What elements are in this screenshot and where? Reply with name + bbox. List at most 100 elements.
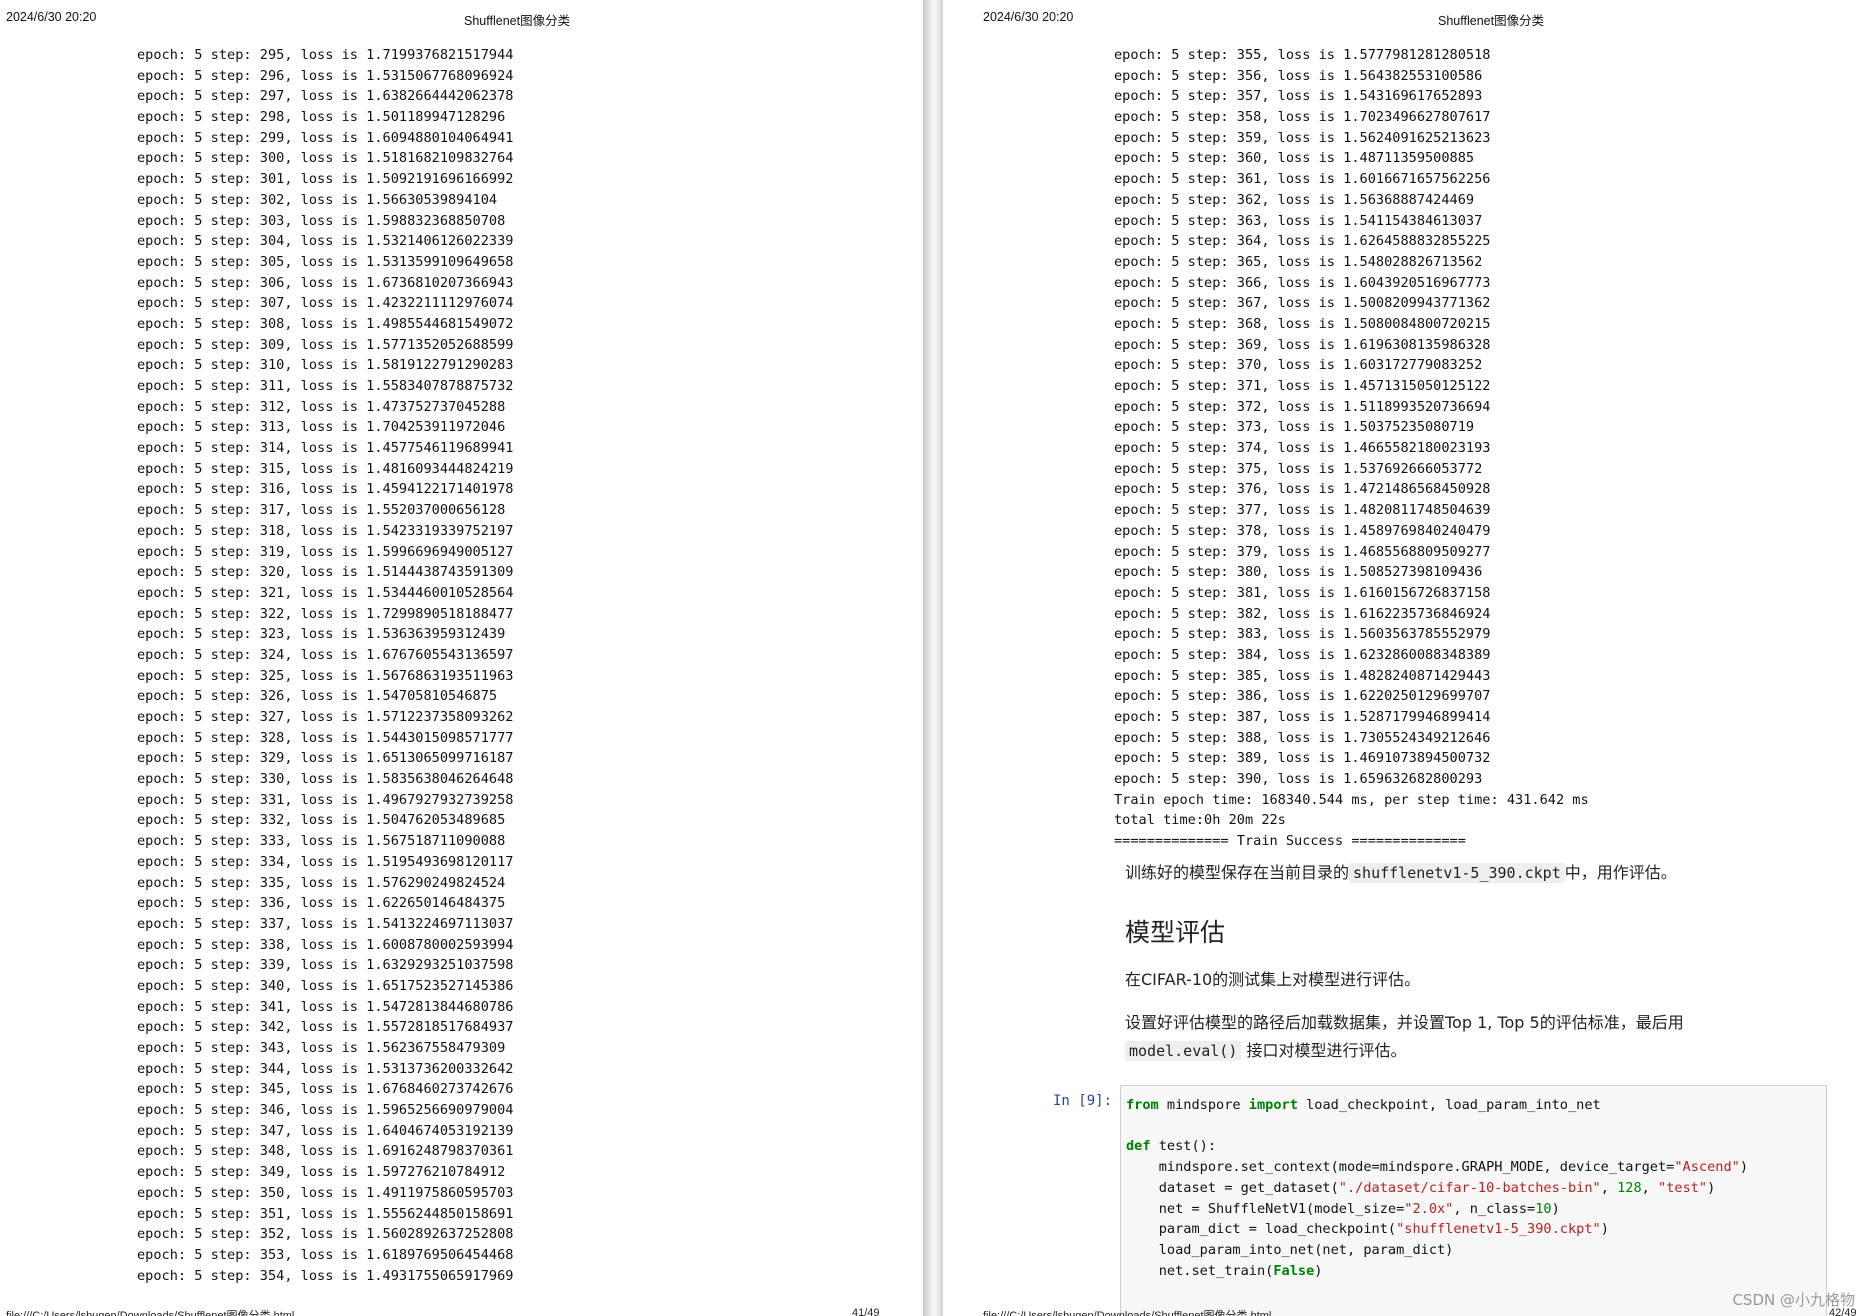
log-line: epoch: 5 step: 345, loss is 1.6768460273… <box>137 1081 514 1098</box>
header-title: Shufflenet图像分类 <box>1438 14 1545 28</box>
training-log: epoch: 5 step: 295, loss is 1.7199376821… <box>137 45 513 1286</box>
log-line: epoch: 5 step: 383, loss is 1.5603563785… <box>1114 626 1491 643</box>
section-heading: 模型评估 <box>1125 918 1226 947</box>
log-line: epoch: 5 step: 363, loss is 1.5411543846… <box>1114 212 1483 229</box>
log-line: epoch: 5 step: 374, loss is 1.4665582180… <box>1114 440 1491 457</box>
log-line: epoch: 5 step: 316, loss is 1.4594122171… <box>137 481 514 498</box>
log-line: epoch: 5 step: 322, loss is 1.7299890518… <box>137 605 514 622</box>
log-line: epoch: 5 step: 327, loss is 1.5712237358… <box>137 709 514 725</box>
log-line: epoch: 5 step: 352, loss is 1.5602892637… <box>137 1226 514 1243</box>
log-line: epoch: 5 step: 342, loss is 1.5572818517… <box>137 1019 514 1036</box>
log-line: epoch: 5 step: 366, loss is 1.6043920516… <box>1114 274 1491 291</box>
log-line: epoch: 5 step: 381, loss is 1.6160156726… <box>1114 584 1491 601</box>
log-line: epoch: 5 step: 371, loss is 1.4571315050… <box>1114 378 1491 394</box>
code-block: from mindspore import load_checkpoint, l… <box>1121 1086 1826 1281</box>
log-line: epoch: 5 step: 309, loss is 1.5771352052… <box>137 336 514 353</box>
cell-prompt: In [9]: <box>1053 1093 1113 1109</box>
log-line: epoch: 5 step: 350, loss is 1.4911975860… <box>137 1184 514 1201</box>
log-line: total time:0h 20m 22s <box>1114 812 1286 829</box>
log-line: epoch: 5 step: 358, loss is 1.7023496627… <box>1114 109 1491 126</box>
log-line: epoch: 5 step: 299, loss is 1.6094880104… <box>137 129 514 146</box>
header-title: Shufflenet图像分类 <box>464 14 571 28</box>
eval-text-line1: 设置好评估模型的路径后加载数据集，并设置Top 1, Top 5的评估标准，最后… <box>1125 1013 1684 1032</box>
log-line: epoch: 5 step: 308, loss is 1.4985544681… <box>137 315 514 332</box>
page-gutter <box>923 0 943 1316</box>
log-line: epoch: 5 step: 300, loss is 1.5181682109… <box>137 150 514 167</box>
log-line: epoch: 5 step: 330, loss is 1.5835638046… <box>137 771 514 788</box>
log-line: ============== Train Success ===========… <box>1114 833 1466 850</box>
log-line: epoch: 5 step: 390, loss is 1.6596326828… <box>1114 771 1483 788</box>
log-line: epoch: 5 step: 313, loss is 1.7042539119… <box>137 419 506 436</box>
log-line: epoch: 5 step: 325, loss is 1.5676863193… <box>137 667 514 684</box>
log-line: epoch: 5 step: 334, loss is 1.5195493698… <box>137 853 514 870</box>
log-line: epoch: 5 step: 312, loss is 1.4737527370… <box>137 398 506 415</box>
code-dataset-mid2: , <box>1641 1179 1659 1196</box>
footer-file-path: file:///C:/Users/lshugen/Downloads/Shuff… <box>983 1310 1272 1316</box>
log-line: epoch: 5 step: 333, loss is 1.5675187110… <box>137 833 506 850</box>
log-line: epoch: 5 step: 367, loss is 1.5008209943… <box>1114 295 1491 312</box>
log-line: epoch: 5 step: 335, loss is 1.5762902498… <box>137 874 506 891</box>
log-line: epoch: 5 step: 332, loss is 1.5047620534… <box>137 812 506 829</box>
log-line: epoch: 5 step: 365, loss is 1.5480288267… <box>1114 253 1483 270</box>
log-line: epoch: 5 step: 303, loss is 1.5988323688… <box>137 212 506 229</box>
code-dataset-pre: dataset = get_dataset( <box>1126 1179 1339 1196</box>
log-line: epoch: 5 step: 321, loss is 1.5344460010… <box>137 584 514 601</box>
code-net-str: "2.0x" <box>1404 1200 1454 1217</box>
log-line: epoch: 5 step: 357, loss is 1.5431696176… <box>1114 88 1483 105</box>
log-line: epoch: 5 step: 346, loss is 1.5965256690… <box>137 1102 514 1119</box>
note-text-after: 中，用作评估。 <box>1564 863 1677 882</box>
eval-text-after: 接口对模型进行评估。 <box>1246 1041 1407 1060</box>
kw-from: from <box>1126 1097 1159 1113</box>
log-line: epoch: 5 step: 359, loss is 1.5624091625… <box>1114 129 1491 146</box>
kw-def: def <box>1126 1138 1151 1155</box>
log-line: epoch: 5 step: 306, loss is 1.6736810207… <box>137 274 514 291</box>
log-line: epoch: 5 step: 320, loss is 1.5144438743… <box>137 564 514 581</box>
eval-paragraph: 设置好评估模型的路径后加载数据集，并设置Top 1, Top 5的评估标准，最后… <box>1125 1009 1825 1065</box>
log-line: epoch: 5 step: 341, loss is 1.5472813844… <box>137 998 514 1015</box>
log-line: epoch: 5 step: 304, loss is 1.5321406126… <box>137 233 514 250</box>
log-line: epoch: 5 step: 347, loss is 1.6404674053… <box>137 1122 514 1139</box>
log-line: epoch: 5 step: 344, loss is 1.5313736200… <box>137 1060 514 1077</box>
log-line: epoch: 5 step: 296, loss is 1.5315067768… <box>137 67 514 84</box>
log-line: epoch: 5 step: 301, loss is 1.5092191696… <box>137 171 514 188</box>
log-line: epoch: 5 step: 298, loss is 1.5011899471… <box>137 109 506 126</box>
log-line: epoch: 5 step: 388, loss is 1.7305524349… <box>1114 729 1491 746</box>
log-line: epoch: 5 step: 362, loss is 1.5636888742… <box>1114 191 1475 208</box>
code-param-pre: param_dict = load_checkpoint( <box>1126 1221 1397 1238</box>
kw-import: import <box>1248 1097 1298 1113</box>
csdn-watermark: CSDN @小九格物 <box>1732 1291 1855 1309</box>
log-line: epoch: 5 step: 337, loss is 1.5413224697… <box>137 915 514 932</box>
log-line: epoch: 5 step: 336, loss is 1.6226501464… <box>137 895 506 912</box>
code-net-pre: net = ShuffleNetV1(model_size= <box>1126 1200 1405 1217</box>
cifar-paragraph: 在CIFAR-10的测试集上对模型进行评估。 <box>1125 966 1825 994</box>
code-dataset-str2: "test" <box>1658 1179 1708 1196</box>
code-net-num: 10 <box>1535 1200 1552 1217</box>
cifar-text: 在CIFAR-10的测试集上对模型进行评估。 <box>1125 970 1421 989</box>
code-context-post: ) <box>1739 1159 1749 1176</box>
log-line: epoch: 5 step: 379, loss is 1.4685568809… <box>1114 543 1491 560</box>
ckpt-filename: shufflenetv1-5_390.ckpt <box>1349 863 1565 883</box>
left-page: 2024/6/30 20:20 Shufflenet图像分类 epoch: 5 … <box>0 0 923 1316</box>
log-line: epoch: 5 step: 295, loss is 1.7199376821… <box>137 47 514 63</box>
log-line: epoch: 5 step: 386, loss is 1.6220250129… <box>1114 688 1491 705</box>
code-train-pre: net.set_train( <box>1126 1262 1274 1279</box>
log-line: epoch: 5 step: 315, loss is 1.4816093444… <box>137 460 514 477</box>
log-line: epoch: 5 step: 382, loss is 1.6162235736… <box>1114 605 1491 622</box>
code-context-str: "Ascend" <box>1674 1159 1740 1176</box>
model-eval-code: model.eval() <box>1125 1041 1242 1061</box>
log-line: epoch: 5 step: 302, loss is 1.5663053989… <box>137 191 498 208</box>
log-line: epoch: 5 step: 385, loss is 1.4828240871… <box>1114 667 1491 684</box>
code-train-kw: False <box>1273 1262 1315 1279</box>
right-page: 2024/6/30 20:20 Shufflenet图像分类 epoch: 5 … <box>943 0 1867 1316</box>
log-line: epoch: 5 step: 380, loss is 1.5085273981… <box>1114 564 1483 581</box>
log-line: epoch: 5 step: 377, loss is 1.4820811748… <box>1114 502 1491 519</box>
footer-file-path: file:///C:/Users/lshugen/Downloads/Shuff… <box>6 1310 295 1316</box>
log-line: epoch: 5 step: 355, loss is 1.5777981281… <box>1114 47 1491 63</box>
header-datetime: 2024/6/30 20:20 <box>6 10 97 24</box>
code-cell[interactable]: from mindspore import load_checkpoint, l… <box>1120 1085 1827 1316</box>
code-param-post: ) <box>1600 1221 1609 1238</box>
log-line: epoch: 5 step: 343, loss is 1.5623675584… <box>137 1040 506 1056</box>
log-line: epoch: 5 step: 351, loss is 1.5556244850… <box>137 1205 514 1222</box>
code-dataset-mid: , <box>1600 1179 1618 1196</box>
footer-page-number: 41/49 <box>852 1307 880 1316</box>
